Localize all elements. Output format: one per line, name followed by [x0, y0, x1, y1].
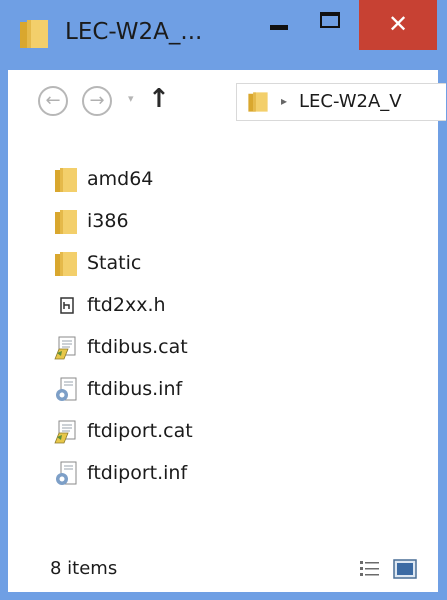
item-count: 8 items [50, 558, 118, 579]
breadcrumb-chevron-icon[interactable]: ▸ [281, 94, 287, 108]
back-arrow-icon: ← [45, 90, 61, 111]
back-button[interactable]: ← [38, 86, 68, 116]
file-name: ftdibus.inf [87, 378, 183, 400]
list-item[interactable]: ftdibus.cat [54, 328, 424, 368]
folder-icon [55, 168, 77, 192]
file-name: i386 [87, 210, 129, 232]
list-item[interactable]: ftd2xx.h [54, 286, 424, 326]
file-name: amd64 [87, 168, 154, 190]
up-button[interactable]: ↑ [148, 84, 170, 114]
setup-info-icon [56, 461, 77, 485]
header-file-icon [60, 297, 74, 314]
file-name: ftdibus.cat [87, 336, 188, 358]
file-list: amd64 i386 Static ftd2xx.h ftdibus.cat f… [8, 136, 438, 546]
file-name: Static [87, 252, 142, 274]
security-catalog-icon [54, 420, 76, 444]
forward-button[interactable]: → [82, 86, 112, 116]
explorer-client-area: ← → ▾ ↑ ▸ LEC-W2A_V amd64 i386 Static ft… [8, 70, 446, 592]
window-title: LEC-W2A_... [65, 19, 203, 45]
setup-info-icon [56, 377, 77, 401]
details-view-icon[interactable] [360, 560, 380, 578]
title-bar[interactable]: LEC-W2A_... ✕ [0, 0, 447, 70]
file-name: ftd2xx.h [87, 294, 166, 316]
navigation-bar: ← → ▾ ↑ ▸ LEC-W2A_V [8, 70, 446, 136]
address-bar[interactable]: ▸ LEC-W2A_V [236, 83, 446, 121]
large-icons-view-icon[interactable] [393, 559, 417, 579]
recent-locations-dropdown[interactable]: ▾ [128, 92, 134, 105]
list-item[interactable]: ftdiport.cat [54, 412, 424, 452]
list-item[interactable]: ftdiport.inf [54, 454, 424, 494]
file-name: ftdiport.inf [87, 462, 188, 484]
breadcrumb-current-folder[interactable]: LEC-W2A_V [299, 91, 402, 112]
maximize-button[interactable] [306, 0, 358, 50]
list-item[interactable]: amd64 [54, 160, 424, 200]
file-name: ftdiport.cat [87, 420, 193, 442]
maximize-icon [320, 12, 340, 28]
list-item[interactable]: i386 [54, 202, 424, 242]
folder-icon [55, 252, 77, 276]
close-icon: ✕ [387, 10, 409, 38]
list-item[interactable]: ftdibus.inf [54, 370, 424, 410]
minimize-icon [270, 25, 288, 30]
explorer-window: LEC-W2A_... ✕ ← → ▾ ↑ ▸ LEC-W2A_V amd64 … [0, 0, 447, 600]
list-item[interactable]: Static [54, 244, 424, 284]
minimize-button[interactable] [254, 0, 306, 50]
security-catalog-icon [54, 336, 76, 360]
status-bar: 8 items [8, 546, 438, 592]
close-button[interactable]: ✕ [359, 0, 437, 50]
folder-icon [20, 20, 48, 48]
folder-icon [248, 92, 268, 112]
folder-icon [55, 210, 77, 234]
forward-arrow-icon: → [89, 90, 105, 111]
